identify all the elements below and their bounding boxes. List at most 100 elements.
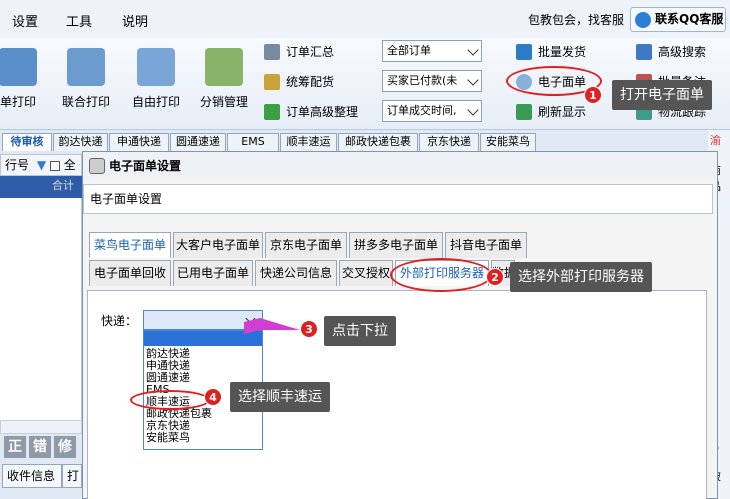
express-label: 快递： <box>101 314 138 328</box>
tab-shunfeng[interactable]: 顺丰速运 <box>280 133 337 151</box>
order-summary-label: 订单汇总 <box>286 45 335 59</box>
tab-yuantong[interactable]: 圆通速递 <box>170 133 226 151</box>
refresh-button[interactable]: 刷新显示 <box>516 102 586 122</box>
menu-tools[interactable]: 工具 <box>66 11 92 30</box>
sort-filter-value: 订单成交时间, <box>387 104 457 117</box>
menubar: 设置 工具 说明 包教包会，找客服 联系QQ客服 <box>0 0 730 38</box>
chevron-down-icon <box>467 74 479 86</box>
e-waybill-settings-dialog: 电子面单设置 电子面单设置 菜鸟电子面单 大客户电子面单 京东电子面单 拼多多电… <box>82 151 718 499</box>
tab-recipient-info[interactable]: 收件信息 <box>2 464 62 488</box>
tab-shentong[interactable]: 申通快递 <box>109 133 169 151</box>
tab-ems[interactable]: EMS <box>227 133 279 151</box>
chevron-down-icon <box>467 104 479 116</box>
callout-select-print-server: 选择外部打印服务器 <box>510 262 652 292</box>
select-all-checkbox[interactable] <box>49 160 60 171</box>
single-print-button[interactable]: 单打印 <box>0 48 50 118</box>
settings-icon <box>89 158 105 174</box>
distribution-button[interactable]: 分销管理 <box>192 48 256 118</box>
batch-ship-label: 批量发货 <box>538 45 587 59</box>
distribution-label: 分销管理 <box>199 95 248 109</box>
tab-yunda[interactable]: 韵达快递 <box>53 133 108 151</box>
dialog-titlebar[interactable]: 电子面单设置 <box>83 152 717 180</box>
callout-open-e-waybill: 打开电子面单 <box>612 80 712 110</box>
correct-button[interactable]: 正 <box>4 436 26 458</box>
support-tagline: 包教包会，找客服 <box>527 13 624 27</box>
tab-jd[interactable]: 京东快递 <box>419 133 479 151</box>
gear-icon <box>264 74 280 90</box>
arrange-icon <box>264 104 280 120</box>
advanced-search-button[interactable]: 高级搜索 <box>636 42 706 62</box>
contact-qq-button[interactable]: 联系QQ客服 <box>630 7 726 32</box>
clipboard-icon <box>264 44 280 60</box>
error-button[interactable]: 错 <box>29 436 51 458</box>
pointer-arrow-icon <box>244 318 300 334</box>
menu-settings[interactable]: 设置 <box>12 11 38 30</box>
advanced-arrange-button[interactable]: 订单高级整理 <box>264 102 358 122</box>
step-badge-2: 2 <box>486 268 504 286</box>
batch-ship-button[interactable]: 批量发货 <box>516 42 586 62</box>
callout-click-dropdown: 点击下拉 <box>324 316 396 346</box>
tab-print[interactable]: 打 <box>62 464 82 488</box>
courier-tabs: 待审核 韵达快递 申通快递 圆通速递 EMS 顺丰速运 邮政快递包裹 京东快递 … <box>0 131 730 151</box>
right-strip-letter: 渝 <box>710 134 721 147</box>
tab-post-package[interactable]: 邮政快递包裹 <box>338 133 418 151</box>
highlight-ring-print-server <box>390 258 492 292</box>
row-number-header: 行号 <box>5 158 30 172</box>
tab-anneng[interactable]: 安能菜鸟 <box>480 133 536 151</box>
dialog-title: 电子面单设置 <box>109 159 182 173</box>
horizontal-scrollbar[interactable] <box>0 420 82 434</box>
refresh-label: 刷新显示 <box>538 105 587 119</box>
modify-button[interactable]: 修 <box>54 436 76 458</box>
tab-jd-waybill[interactable]: 京东电子面单 <box>265 232 347 258</box>
option-yuantong[interactable]: 圆通速递 <box>146 372 190 383</box>
tab-douyin-waybill[interactable]: 抖音电子面单 <box>445 232 527 258</box>
select-all-label: 全 <box>63 158 76 172</box>
order-summary-button[interactable]: 订单汇总 <box>264 42 334 62</box>
advanced-arrange-label: 订单高级整理 <box>286 105 359 119</box>
combined-printer-icon <box>67 48 105 86</box>
qq-icon <box>635 12 651 28</box>
filter-icon[interactable]: ▼ <box>37 158 46 172</box>
sort-filter-select[interactable]: 订单成交时间, <box>382 100 482 122</box>
combined-print-button[interactable]: 联合打印 <box>54 48 118 118</box>
option-jd[interactable]: 京东快递 <box>146 420 190 431</box>
tab-waybill-recycle[interactable]: 电子面单回收 <box>89 260 171 286</box>
contact-qq-label: 联系QQ客服 <box>655 12 724 26</box>
tab-cross-auth[interactable]: 交叉授权 <box>339 260 393 286</box>
tab-key-account-waybill[interactable]: 大客户电子面单 <box>173 232 263 258</box>
chevron-down-icon <box>467 44 479 56</box>
option-anneng[interactable]: 安能菜鸟 <box>146 432 190 443</box>
grid-sum-row: 合计 <box>0 176 82 198</box>
step-badge-4: 4 <box>204 388 222 406</box>
advanced-search-label: 高级搜索 <box>658 45 707 59</box>
refresh-icon <box>516 104 532 120</box>
tab-pending-review[interactable]: 待审核 <box>2 133 52 151</box>
grid-header: 行号 ▼ 全 <box>0 154 82 176</box>
allocation-label: 统筹配货 <box>286 75 335 89</box>
tab-pdd-waybill[interactable]: 拼多多电子面单 <box>349 232 443 258</box>
free-print-label: 自由打印 <box>131 95 180 109</box>
free-print-icon <box>137 48 175 86</box>
free-print-button[interactable]: 自由打印 <box>124 48 188 118</box>
order-grid[interactable] <box>0 198 82 420</box>
order-filter-select[interactable]: 全部订单 <box>382 40 482 62</box>
step-badge-1: 1 <box>584 86 602 104</box>
status-filter-value: 买家已付款(未 <box>387 74 458 87</box>
allocation-button[interactable]: 统筹配货 <box>264 72 334 92</box>
ship-icon <box>516 44 532 60</box>
status-filter-select[interactable]: 买家已付款(未 <box>382 70 482 92</box>
option-shentong[interactable]: 申通快递 <box>146 360 190 371</box>
people-icon <box>205 48 243 86</box>
filter-icon <box>636 44 652 60</box>
option-yunda[interactable]: 韵达快递 <box>146 348 190 359</box>
printer-icon <box>0 48 37 86</box>
tab-courier-info[interactable]: 快递公司信息 <box>255 260 337 286</box>
tab-used-waybill[interactable]: 已用电子面单 <box>173 260 253 286</box>
combined-print-label: 联合打印 <box>61 95 110 109</box>
step-badge-3: 3 <box>300 320 318 338</box>
order-filter-value: 全部订单 <box>387 44 431 57</box>
tab-cainiao-waybill[interactable]: 菜鸟电子面单 <box>89 232 171 258</box>
edit-buttons: 正 错 修 <box>0 436 82 460</box>
single-print-label: 单打印 <box>0 95 36 109</box>
menu-help[interactable]: 说明 <box>122 11 148 30</box>
